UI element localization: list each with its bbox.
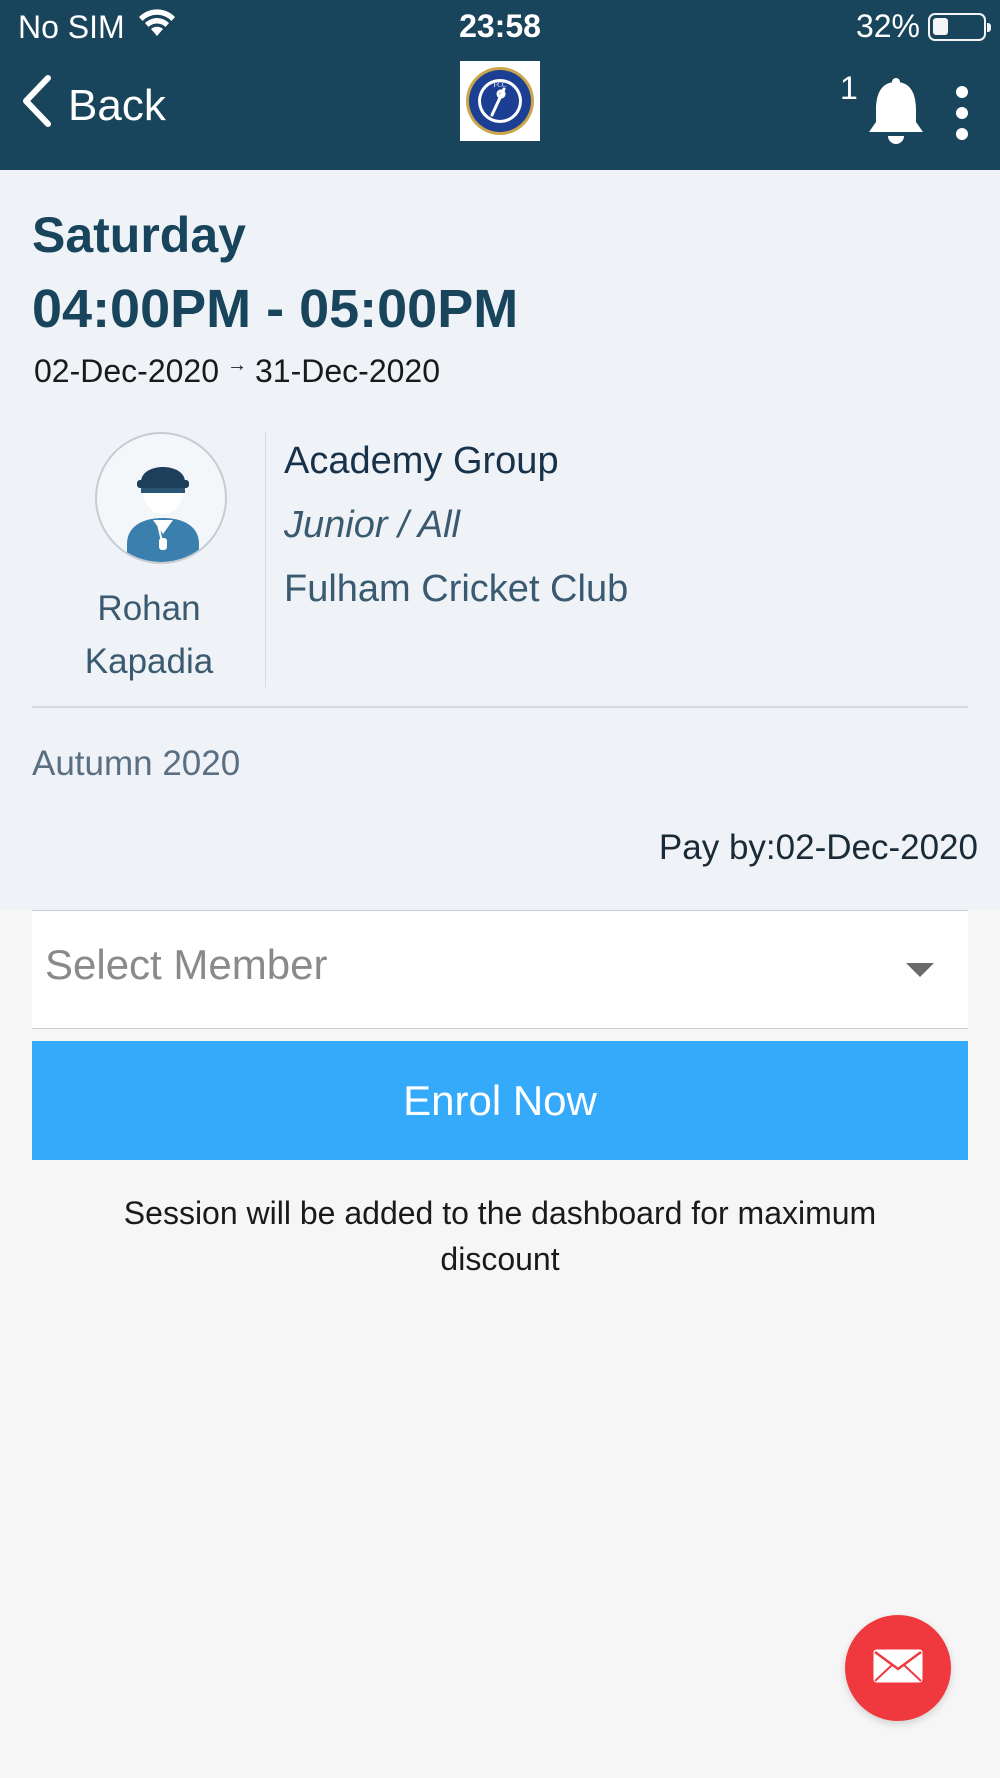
club-name: Fulham Cricket Club [284, 568, 629, 610]
group-name: Academy Group [284, 440, 559, 482]
status-bar: No SIM 23:58 32% [0, 0, 1000, 56]
coach-avatar [95, 432, 227, 564]
pay-by-date: Pay by:02-Dec-2020 [658, 828, 978, 867]
app-header: No SIM 23:58 32% Back FCC 1 [0, 0, 1000, 170]
start-date: 02-Dec-2020 [34, 353, 219, 389]
caret-down-icon [906, 963, 934, 977]
bell-icon [866, 76, 926, 151]
club-logo: FCC [460, 61, 540, 141]
chevron-left-icon [20, 74, 54, 139]
session-day: Saturday [32, 207, 246, 263]
divider [32, 706, 968, 708]
session-date-range: 02-Dec-2020 → 31-Dec-2020 [34, 353, 440, 390]
end-date: 31-Dec-2020 [255, 353, 440, 389]
group-info: Academy Group Junior / All Fulham Cricke… [284, 440, 628, 632]
mail-button[interactable] [845, 1615, 951, 1721]
svg-text:FCC: FCC [493, 81, 507, 89]
back-label: Back [68, 81, 166, 130]
coach-avatar-icon [127, 467, 199, 562]
coach-card: Rohan Kapadia [32, 432, 266, 687]
notifications-button[interactable]: 1 [838, 70, 938, 150]
group-level: Junior / All [284, 504, 460, 546]
status-right: 32% [855, 8, 991, 45]
battery-percent: 32% [855, 8, 920, 44]
notification-count: 1 [840, 70, 858, 106]
mail-icon [872, 1648, 924, 1689]
session-time-range: 04:00PM - 05:00PM [32, 279, 519, 339]
coach-name: Rohan Kapadia [84, 589, 214, 681]
enrol-now-button[interactable]: Enrol Now [32, 1041, 968, 1160]
term-label: Autumn 2020 [32, 744, 241, 783]
enrol-note: Session will be added to the dashboard f… [123, 1195, 877, 1277]
select-member-placeholder: Select Member [45, 941, 328, 988]
battery-icon [928, 12, 991, 41]
back-button[interactable]: Back [20, 74, 166, 134]
select-member-dropdown[interactable]: Select Member [32, 910, 968, 1029]
battery-fill [933, 17, 948, 35]
more-menu-icon[interactable] [946, 84, 978, 144]
arrow-right-icon: → [227, 354, 247, 376]
session-info-panel: Saturday 04:00PM - 05:00PM 02-Dec-2020 →… [0, 170, 1000, 910]
status-time: 23:58 [459, 8, 541, 44]
